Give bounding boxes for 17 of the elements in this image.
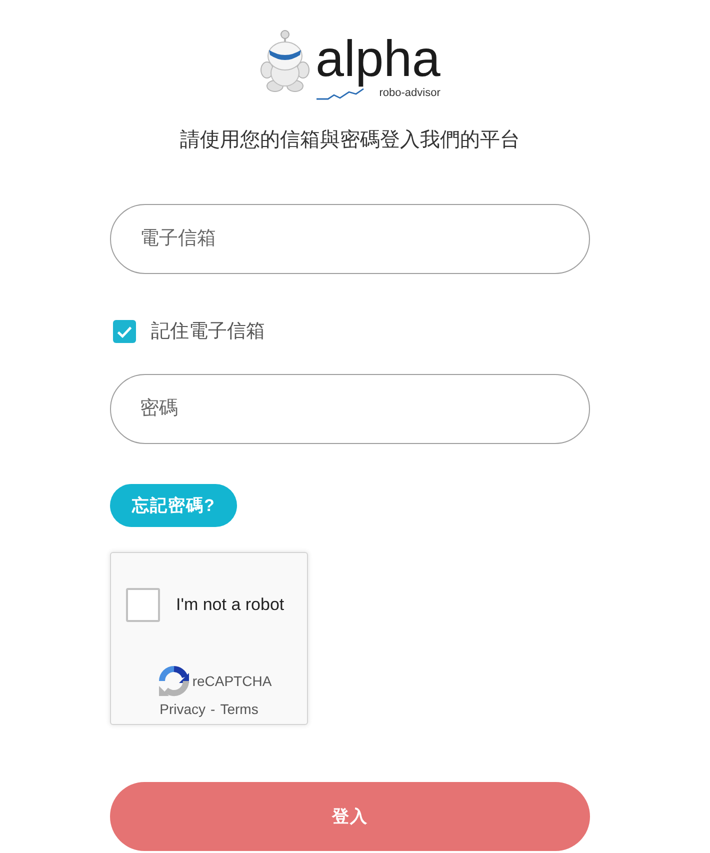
instruction-text: 請使用您的信箱與密碼登入我們的平台 — [180, 128, 520, 154]
password-field[interactable]: 密碼 — [110, 374, 590, 444]
circular-arrows-icon — [158, 665, 190, 698]
captcha-label: I'm not a robot — [176, 595, 284, 616]
robot-mascot-icon — [260, 30, 310, 92]
email-field[interactable]: 電子信箱 — [110, 204, 590, 274]
link-separator: - — [210, 701, 216, 718]
trend-line-icon — [316, 88, 364, 100]
captcha-brand-text: reCAPTCHA — [192, 673, 272, 690]
remember-email-label[interactable]: 記住電子信箱 — [151, 320, 265, 344]
checkbox[interactable] — [113, 320, 136, 344]
logo-wordmark: alpha — [316, 31, 440, 88]
terms-link[interactable]: Terms — [220, 701, 258, 718]
privacy-link[interactable]: Privacy — [160, 701, 206, 718]
checkbox[interactable] — [126, 588, 160, 622]
checkmark-icon — [117, 326, 132, 338]
logo-tagline: robo-advisor — [379, 87, 440, 100]
